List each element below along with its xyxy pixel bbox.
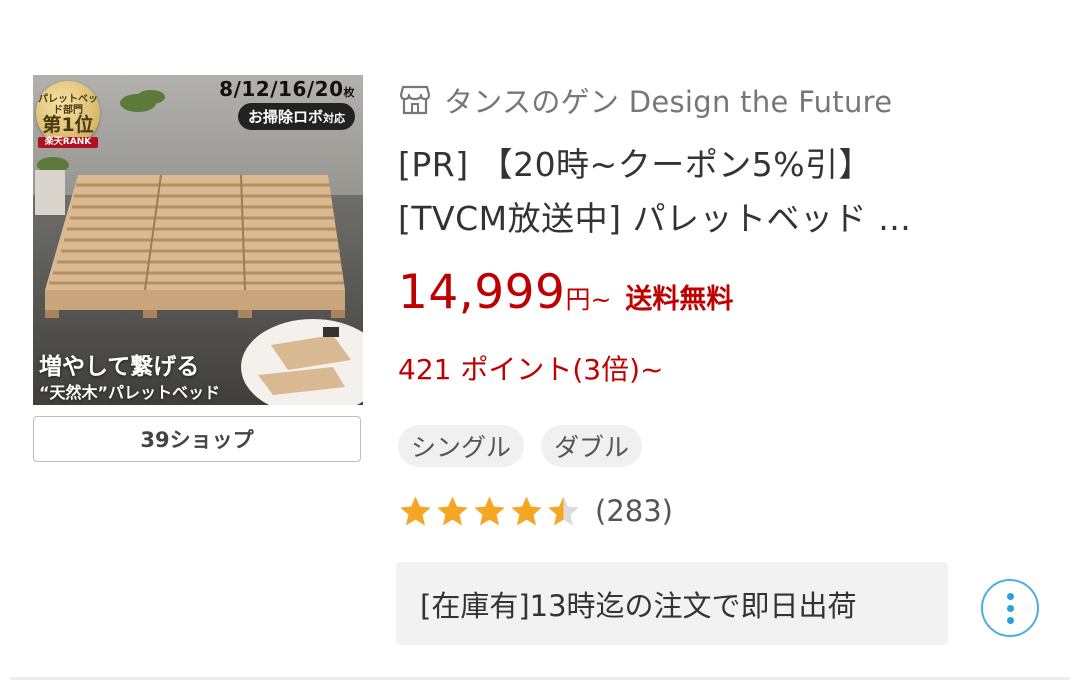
star-rating: [398, 494, 581, 529]
star-icon: [474, 496, 505, 525]
price-amount: 14,999: [398, 265, 566, 320]
product-image[interactable]: パレットベッド部門 第1位 楽天RANK 8/12/16/20枚 お掃除ロボ対応…: [33, 75, 363, 405]
card-divider: [10, 677, 1070, 680]
product-card[interactable]: パレットベッド部門 第1位 楽天RANK 8/12/16/20枚 お掃除ロボ対応…: [0, 0, 1080, 686]
review-count: (283): [595, 494, 673, 528]
variant-chips: シングル ダブル: [398, 425, 643, 467]
star-icon: [511, 496, 542, 525]
star-icon: [400, 496, 431, 525]
stock-status-box: [在庫有]13時迄の注文で即日出荷: [396, 562, 948, 645]
rank-badge: パレットベッド部門 第1位 楽天RANK: [36, 81, 100, 149]
rank-badge-label: 楽天RANK: [38, 136, 98, 149]
free-shipping-label: 送料無料: [625, 284, 734, 315]
star-icon: [548, 496, 579, 525]
robot-compatible-pill: お掃除ロボ対応: [237, 103, 355, 130]
stock-status-text: [在庫有]13時迄の注文で即日出荷: [420, 588, 857, 623]
variant-chip-single[interactable]: シングル: [398, 425, 525, 467]
price-unit: 円~: [565, 285, 612, 314]
more-vertical-icon-dot: [1006, 616, 1014, 624]
more-vertical-icon-dot: [1006, 604, 1014, 612]
size-options-text: 8/12/16/20枚: [219, 77, 355, 101]
points-text: 421 ポイント(3倍)~: [398, 353, 664, 386]
rank-badge-position: 第1位: [42, 114, 94, 136]
size-options-suffix: 枚: [343, 86, 355, 99]
product-title-line-2[interactable]: [TVCM放送中] パレットベッド …: [398, 192, 1038, 246]
product-title[interactable]: [PR] 【20時~クーポン5%引】 [TVCM放送中] パレットベッド …: [398, 138, 1038, 246]
more-options-button[interactable]: [981, 579, 1039, 637]
more-vertical-icon: [1006, 592, 1014, 600]
rating-row[interactable]: (283): [398, 488, 673, 534]
seller-row[interactable]: タンスのゲン Design the Future: [398, 80, 892, 120]
robot-compatible-suffix: 対応: [323, 112, 345, 125]
image-subheadline: “天然木”パレットベッド: [39, 383, 221, 402]
variant-chip-double[interactable]: ダブル: [541, 425, 643, 467]
image-headline: 増やして繋げる: [39, 354, 200, 380]
seller-name[interactable]: タンスのゲン Design the Future: [444, 79, 892, 121]
price-row: 14,999 円~ 送料無料: [398, 265, 733, 320]
shop-icon: [399, 85, 431, 115]
robot-compatible-text: お掃除ロボ: [247, 108, 323, 126]
star-icon: [437, 496, 468, 525]
product-title-line-1[interactable]: [PR] 【20時~クーポン5%引】: [398, 138, 1038, 192]
shop-button[interactable]: 39ショップ: [33, 416, 361, 462]
size-options-values: 8/12/16/20: [219, 77, 344, 101]
rank-badge-category: パレットベッド部門: [38, 94, 98, 116]
